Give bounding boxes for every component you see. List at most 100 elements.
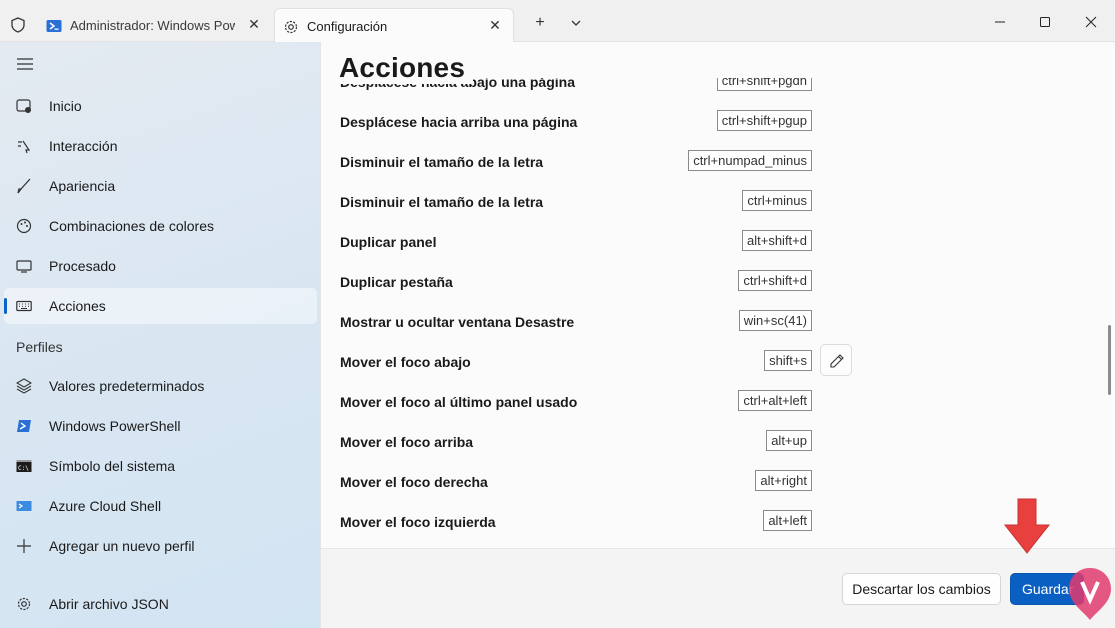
sidebar-item-label: Combinaciones de colores xyxy=(49,218,214,234)
title-bar: Administrador: Windows PowerShell ✕ Conf… xyxy=(0,0,1115,42)
sidebar-item-windows-powershell[interactable]: Windows PowerShell xyxy=(4,408,317,444)
list-item[interactable]: Duplicar panel alt+shift+d xyxy=(321,222,1115,262)
powershell-icon xyxy=(17,420,31,432)
sidebar-item-label: Abrir archivo JSON xyxy=(49,596,169,612)
monitor-icon xyxy=(16,260,32,273)
key-binding: ctrl+minus xyxy=(742,190,812,211)
sidebar-item-label: Símbolo del sistema xyxy=(49,458,176,474)
tab-powershell[interactable]: Administrador: Windows PowerShell ✕ xyxy=(38,8,272,42)
interaction-icon xyxy=(18,140,31,154)
keyboard-icon xyxy=(16,300,32,312)
tab-title: Administrador: Windows PowerShell xyxy=(70,18,235,33)
key-binding: shift+s xyxy=(764,350,812,371)
sidebar-item-abrir-json[interactable]: Abrir archivo JSON xyxy=(4,586,317,622)
gear-icon xyxy=(17,597,31,611)
new-tab-button[interactable]: + xyxy=(531,14,549,32)
action-name: Mover el foco al último panel usado xyxy=(340,394,578,410)
sidebar-item-valores-predeterminados[interactable]: Valores predeterminados xyxy=(4,368,317,404)
close-icon[interactable]: ✕ xyxy=(246,16,262,32)
list-item[interactable]: Mover el foco arriba alt+up xyxy=(321,422,1115,462)
list-item[interactable]: Mover el foco al último panel usado ctrl… xyxy=(321,382,1115,422)
close-icon[interactable]: ✕ xyxy=(487,17,503,33)
sidebar-item-label: Valores predeterminados xyxy=(49,378,205,394)
action-name: Disminuir el tamaño de la letra xyxy=(340,194,544,210)
action-name: Duplicar pestaña xyxy=(340,274,453,290)
actions-list: Desplácese hacia abajo una página ctrl+s… xyxy=(321,78,1115,548)
list-item[interactable]: Mover el foco izquierda alt+left xyxy=(321,502,1115,542)
cmd-icon: C:\ xyxy=(16,460,32,472)
pencil-icon xyxy=(830,354,844,368)
selection-indicator xyxy=(4,298,7,314)
main-panel: Desplácese hacia abajo una página ctrl+s… xyxy=(320,42,1115,628)
key-binding: ctrl+shift+pgdn xyxy=(716,78,812,91)
scrollbar-thumb[interactable] xyxy=(1108,325,1111,395)
maximize-icon[interactable] xyxy=(1035,12,1055,32)
home-icon xyxy=(16,99,31,113)
list-item[interactable]: Duplicar pestaña ctrl+shift+d xyxy=(321,262,1115,302)
list-item[interactable]: Disminuir el tamaño de la letra ctrl+min… xyxy=(321,182,1115,222)
sidebar-item-acciones[interactable]: Acciones xyxy=(4,288,317,324)
list-item[interactable]: Mover el foco derecha alt+right xyxy=(321,462,1115,502)
sidebar-item-colores[interactable]: Combinaciones de colores xyxy=(4,208,317,244)
key-binding: alt+right xyxy=(755,470,812,491)
profiles-header: Perfiles xyxy=(16,339,63,355)
action-name: Mostrar u ocultar ventana Desastre xyxy=(340,314,575,330)
action-name: Desplácese hacia arriba una página xyxy=(340,114,578,130)
page-title: Acciones xyxy=(339,52,474,84)
key-binding: alt+shift+d xyxy=(742,230,812,251)
key-binding: ctrl+alt+left xyxy=(738,390,812,411)
watermark-logo-icon xyxy=(1069,568,1111,620)
tab-settings[interactable]: Configuración ✕ xyxy=(274,8,514,42)
minimize-icon[interactable] xyxy=(990,12,1010,32)
gear-icon xyxy=(284,20,298,34)
sidebar-item-azure-cloud-shell[interactable]: Azure Cloud Shell xyxy=(4,488,317,524)
discard-button[interactable]: Descartar los cambios xyxy=(842,573,1001,605)
chevron-down-icon[interactable] xyxy=(567,14,585,32)
brush-icon xyxy=(17,178,31,194)
sidebar-item-agregar-perfil[interactable]: Agregar un nuevo perfil xyxy=(4,528,317,564)
powershell-icon xyxy=(46,20,62,32)
sidebar-item-label: Acciones xyxy=(49,298,106,314)
key-binding: ctrl+shift+pgup xyxy=(716,110,812,131)
tab-title: Configuración xyxy=(307,19,388,34)
sidebar-item-label: Apariencia xyxy=(49,178,116,194)
sidebar-item-label: Inicio xyxy=(49,98,82,114)
azure-icon xyxy=(16,501,32,511)
key-binding: win+sc(41) xyxy=(738,310,812,331)
layers-icon xyxy=(16,378,32,394)
plus-icon xyxy=(17,539,31,553)
sidebar-item-interaccion[interactable]: Interacción xyxy=(4,128,317,164)
sidebar-item-inicio[interactable]: Inicio xyxy=(4,88,317,124)
sidebar-item-apariencia[interactable]: Apariencia xyxy=(4,168,317,204)
footer-bar: Descartar los cambios Guardar xyxy=(321,548,1115,628)
sidebar-item-label: Azure Cloud Shell xyxy=(49,498,162,514)
key-binding: ctrl+shift+d xyxy=(738,270,812,291)
action-name: Mover el foco derecha xyxy=(340,474,488,490)
list-item[interactable]: Mover el foco abajo shift+s xyxy=(321,342,1115,382)
key-binding: alt+left xyxy=(763,510,812,531)
sidebar-item-procesado[interactable]: Procesado xyxy=(4,248,317,284)
sidebar-item-label: Interacción xyxy=(49,138,118,154)
palette-icon xyxy=(16,218,32,234)
shield-icon xyxy=(11,17,25,33)
sidebar-item-label: Windows PowerShell xyxy=(49,418,181,434)
close-window-icon[interactable] xyxy=(1081,12,1101,32)
action-name: Duplicar panel xyxy=(340,234,437,250)
sidebar-item-label: Procesado xyxy=(49,258,116,274)
edit-button[interactable] xyxy=(820,344,852,376)
action-name: Mover el foco arriba xyxy=(340,434,474,450)
svg-text:C:\: C:\ xyxy=(18,465,29,472)
list-item[interactable]: Mostrar u ocultar ventana Desastre win+s… xyxy=(321,302,1115,342)
key-binding: ctrl+numpad_minus xyxy=(688,150,812,171)
sidebar-item-label: Agregar un nuevo perfil xyxy=(49,538,195,554)
action-name: Disminuir el tamaño de la letra xyxy=(340,154,544,170)
action-name: Mover el foco abajo xyxy=(340,354,471,370)
list-item[interactable]: Disminuir el tamaño de la letra ctrl+num… xyxy=(321,142,1115,182)
sidebar: Inicio Interacción Apariencia Combinacio… xyxy=(0,42,320,628)
key-binding: alt+up xyxy=(766,430,812,451)
list-item[interactable]: Desplácese hacia arriba una página ctrl+… xyxy=(321,102,1115,142)
arrow-annotation-icon xyxy=(1003,498,1051,554)
hamburger-icon[interactable] xyxy=(17,58,33,70)
sidebar-item-simbolo-del-sistema[interactable]: C:\ Símbolo del sistema xyxy=(4,448,317,484)
action-name: Mover el foco izquierda xyxy=(340,514,496,530)
